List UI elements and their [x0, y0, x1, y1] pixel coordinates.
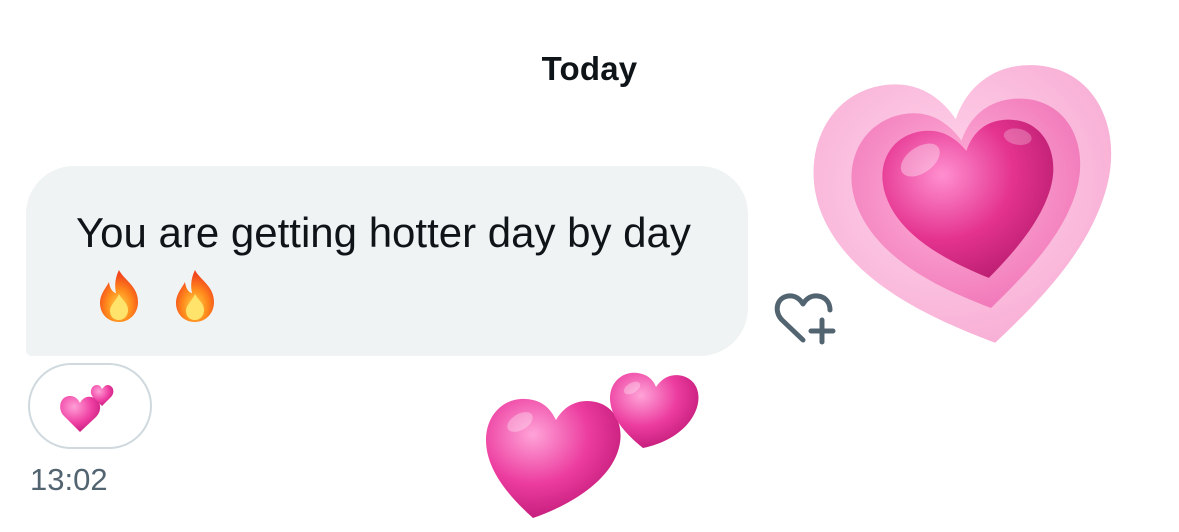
reaction-pill[interactable]: [28, 363, 152, 449]
two-hearts-effect-icon: [486, 372, 699, 518]
fire-icon: [100, 269, 138, 322]
message-text: You are getting hotter day by day: [76, 209, 691, 256]
message-bubble[interactable]: You are getting hotter day by day: [26, 166, 748, 356]
fire-icon: [175, 269, 214, 322]
growing-heart-icon: [813, 65, 1112, 343]
message-timestamp: 13:02: [30, 462, 108, 497]
message-emoji-group: [94, 264, 234, 324]
two-hearts-icon: [60, 385, 114, 432]
